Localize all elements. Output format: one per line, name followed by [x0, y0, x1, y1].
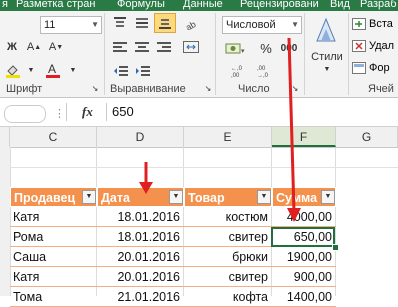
- red-arrow-long-icon: [287, 37, 301, 222]
- red-arrow-down-icon: [139, 162, 153, 194]
- annotation-overlay: [139, 37, 301, 222]
